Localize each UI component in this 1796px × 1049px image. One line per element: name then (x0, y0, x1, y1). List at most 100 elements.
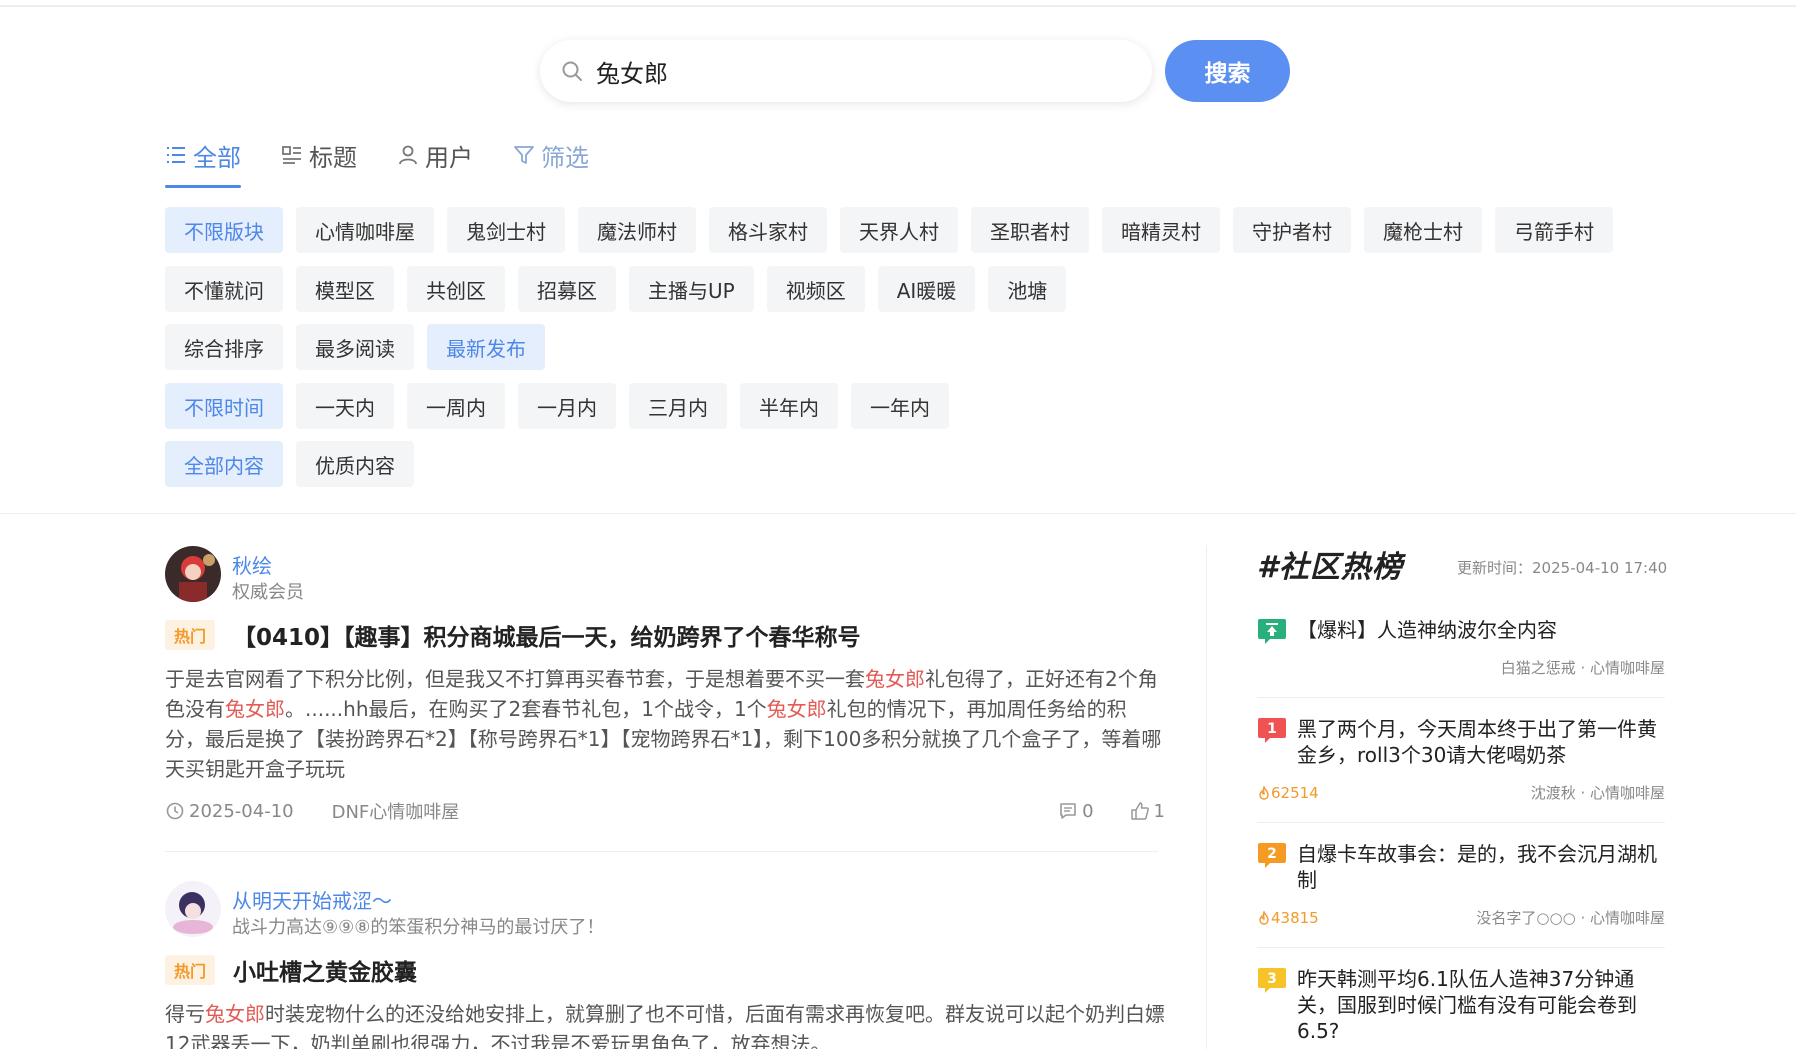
tab-filter-label: 筛选 (541, 143, 589, 172)
post-author[interactable]: 从明天开始戒涩～ (232, 885, 392, 914)
post-title[interactable]: 【0410】【趣事】积分商城最后一天，给奶跨界了个春华称号 (233, 618, 861, 652)
post-board[interactable]: DNF心情咖啡屋 (332, 798, 460, 824)
user-icon (399, 145, 417, 165)
chip-time-all[interactable]: 不限时间 (165, 383, 283, 429)
post-title[interactable]: 小吐槽之黄金胶囊 (233, 953, 417, 987)
hot-item-title[interactable]: 自爆卡车故事会：是的，我不会沉月湖机制 (1297, 841, 1665, 893)
hot-list-title: #社区热榜 (1257, 550, 1403, 585)
comment-count-value: 0 (1082, 800, 1094, 822)
chip-sort[interactable]: 最多阅读 (296, 324, 414, 370)
like-count-value: 1 (1153, 800, 1165, 822)
post-item[interactable]: 秋绘 权威会员 热门 【0410】【趣事】积分商城最后一天，给奶跨界了个春华称号… (165, 546, 1165, 836)
chip-board[interactable]: 天界人村 (840, 207, 958, 253)
filter-icon (514, 146, 534, 164)
heat-number: 62514 (1271, 783, 1319, 802)
chip-board[interactable]: 魔法师村 (578, 207, 696, 253)
chip-content-quality[interactable]: 优质内容 (296, 441, 414, 487)
list-icon (167, 147, 185, 163)
hot-item-meta: 62514 沈渡秋 · 心情咖啡屋 (1257, 782, 1665, 803)
search-input[interactable] (596, 57, 1116, 85)
hot-item-title[interactable]: 黑了两个月，今天周本终于出了第一件黄金乡，roll3个30请大佬喝奶茶 (1297, 716, 1665, 768)
column-divider (1206, 545, 1207, 1049)
chip-board[interactable]: 弓箭手村 (1495, 207, 1613, 253)
hot-list-item[interactable]: 2 自爆卡车故事会：是的，我不会沉月湖机制 43815 没名字了○○○ · 心情… (1257, 841, 1665, 933)
chip-board[interactable]: 鬼剑士村 (447, 207, 565, 253)
hot-list-item[interactable]: 【爆料】人造神纳波尔全内容 白猫之惩戒 · 心情咖啡屋 (1257, 617, 1665, 681)
tab-user[interactable]: 用户 (397, 130, 473, 180)
chip-time[interactable]: 一天内 (296, 383, 394, 429)
chip-board[interactable]: 主播与UP (629, 266, 754, 312)
post-title-row[interactable]: 热门 【0410】【趣事】积分商城最后一天，给奶跨界了个春华称号 (165, 618, 861, 652)
hot-list-item[interactable]: 3 昨天韩测平均6.1队伍人造神37分钟通关，国服到时候门槛有没有可能会卷到6.… (1257, 966, 1665, 1049)
rank-2-badge: 2 (1258, 843, 1286, 868)
section-divider (0, 513, 1796, 514)
hot-list-updated: 更新时间：2025-04-10 17:40 (1457, 557, 1667, 578)
post-author-role: 权威会员 (232, 582, 304, 603)
tab-filter[interactable]: 筛选 (513, 130, 589, 180)
updated-time: 2025-04-10 17:40 (1532, 559, 1668, 577)
hot-list-item[interactable]: 1 黑了两个月，今天周本终于出了第一件黄金乡，roll3个30请大佬喝奶茶 62… (1257, 716, 1665, 808)
search-box[interactable] (540, 40, 1152, 102)
board-filter-row-2: 不懂就问 模型区 共创区 招募区 主播与UP 视频区 AI暖暖 池塘 (165, 266, 1079, 312)
chip-time[interactable]: 一月内 (518, 383, 616, 429)
chip-time[interactable]: 一年内 (851, 383, 949, 429)
chip-board[interactable]: 圣职者村 (971, 207, 1089, 253)
search-button[interactable]: 搜索 (1165, 40, 1290, 102)
heat-value: 43815 (1257, 909, 1319, 927)
comment-count[interactable]: 0 (1058, 800, 1094, 822)
content-filter-row: 全部内容 优质内容 (165, 441, 427, 487)
time-filter-row: 不限时间 一天内 一周内 一月内 三月内 半年内 一年内 (165, 383, 962, 429)
hot-item-source: 没名字了○○○ · 心情咖啡屋 (1476, 909, 1665, 927)
post-item[interactable]: 从明天开始戒涩～ 战斗力高达⑨⑨⑧的笨蛋积分神马的最讨厌了！ 热门 小吐槽之黄金… (165, 881, 1165, 1049)
chip-sort-latest[interactable]: 最新发布 (427, 324, 545, 370)
keyword-highlight: 兔女郎 (205, 1002, 265, 1026)
avatar[interactable] (165, 546, 221, 602)
hot-item-title[interactable]: 【爆料】人造神纳波尔全内容 (1297, 617, 1665, 643)
chip-time[interactable]: 一周内 (407, 383, 505, 429)
rank-number: 2 (1267, 846, 1277, 862)
post-separator (165, 851, 1158, 852)
keyword-highlight: 兔女郎 (766, 697, 827, 721)
chip-board-all[interactable]: 不限版块 (165, 207, 283, 253)
chip-board[interactable]: 格斗家村 (709, 207, 827, 253)
post-excerpt[interactable]: 得亏兔女郎时装宠物什么的还没给她安排上，就算删了也不可惜，后面有需求再恢复吧。群… (165, 999, 1165, 1049)
chip-time[interactable]: 三月内 (629, 383, 727, 429)
rank-3-badge: 3 (1258, 968, 1286, 993)
chip-board[interactable]: AI暖暖 (877, 266, 976, 312)
tab-title[interactable]: 标题 (281, 130, 357, 180)
excerpt-text: 。......hh最后，在购买了2套春节礼包，1个战令，1个 (285, 697, 767, 721)
like-count[interactable]: 1 (1130, 801, 1165, 822)
hot-item-source: 白猫之惩戒 · 心情咖啡屋 (1500, 659, 1665, 677)
hot-item-source: 沈渡秋 · 心情咖啡屋 (1530, 784, 1665, 802)
chip-sort[interactable]: 综合排序 (165, 324, 283, 370)
chip-content-all[interactable]: 全部内容 (165, 441, 283, 487)
avatar[interactable] (165, 881, 221, 937)
tab-all[interactable]: 全部 (165, 130, 241, 188)
updated-label: 更新时间： (1457, 559, 1533, 577)
sort-filter-row: 综合排序 最多阅读 最新发布 (165, 324, 558, 370)
hot-list-separator (1257, 697, 1665, 698)
chip-board[interactable]: 视频区 (766, 266, 865, 312)
title-icon (282, 146, 301, 164)
chip-board[interactable]: 魔枪士村 (1364, 207, 1482, 253)
board-filter-row-1: 不限版块 心情咖啡屋 鬼剑士村 魔法师村 格斗家村 天界人村 圣职者村 暗精灵村… (165, 207, 1626, 253)
hot-item-title[interactable]: 昨天韩测平均6.1队伍人造神37分钟通关，国服到时候门槛有没有可能会卷到6.5? (1297, 966, 1665, 1044)
search-tabs: 全部 标题 用户 筛选 (165, 130, 629, 188)
chip-board[interactable]: 模型区 (296, 266, 394, 312)
chip-board[interactable]: 不懂就问 (165, 266, 283, 312)
chip-time[interactable]: 半年内 (740, 383, 838, 429)
chip-board[interactable]: 池塘 (988, 266, 1067, 312)
chip-board[interactable]: 暗精灵村 (1102, 207, 1220, 253)
tab-user-label: 用户 (425, 143, 473, 172)
chip-board[interactable]: 心情咖啡屋 (296, 207, 434, 253)
flame-icon (1259, 910, 1269, 925)
post-excerpt[interactable]: 于是去官网看了下积分比例，但是我又不打算再买春节套，于是想着要不买一套兔女郎礼包… (165, 664, 1165, 784)
chip-board[interactable]: 共创区 (407, 266, 505, 312)
keyword-highlight: 兔女郎 (865, 667, 925, 691)
post-title-row[interactable]: 热门 小吐槽之黄金胶囊 (165, 953, 417, 987)
chip-board[interactable]: 守护者村 (1233, 207, 1351, 253)
clock-icon (166, 802, 184, 820)
chip-board[interactable]: 招募区 (518, 266, 616, 312)
post-author[interactable]: 秋绘 (232, 550, 272, 579)
search-icon (562, 61, 582, 81)
